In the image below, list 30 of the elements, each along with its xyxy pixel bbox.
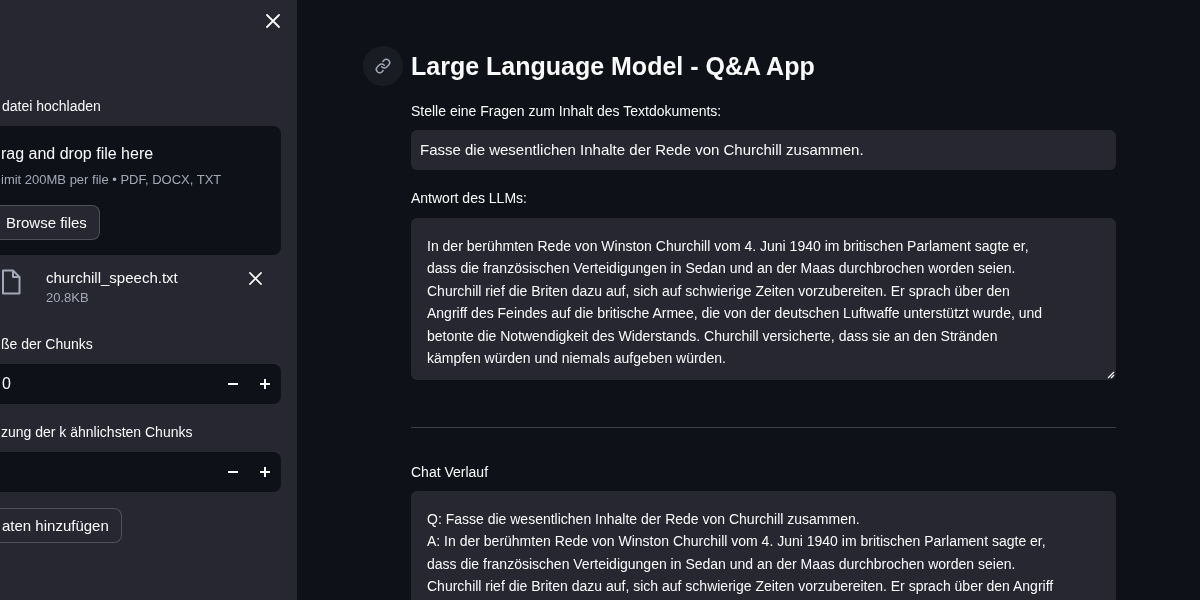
answer-label: Antwort des LLMs: bbox=[411, 189, 527, 208]
browse-files-button[interactable]: Browse files bbox=[0, 205, 100, 240]
add-data-button[interactable]: aten hinzufügen bbox=[0, 508, 122, 543]
increment-button[interactable] bbox=[249, 364, 281, 404]
number-input-label: zung der k ähnlichsten Chunks bbox=[0, 423, 193, 442]
increment-button[interactable] bbox=[249, 452, 281, 492]
uploader-label: datei hochladen bbox=[1, 97, 101, 116]
minus-icon bbox=[228, 383, 238, 385]
page-title: Large Language Model - Q&A App bbox=[411, 51, 815, 82]
dropzone-title: rag and drop file here bbox=[0, 144, 154, 164]
question-label: Stelle eine Fragen zum Inhalt des Textdokuments: bbox=[411, 102, 722, 121]
question-field[interactable]: Fasse die wesentlichen Inhalte der Rede von Churchill zusammen. bbox=[411, 130, 1116, 170]
plus-icon bbox=[260, 467, 270, 477]
number-field[interactable]: 0 bbox=[0, 364, 217, 404]
close-icon[interactable] bbox=[266, 14, 280, 28]
number-input-label: ße der Chunks bbox=[0, 335, 93, 354]
answer-textarea[interactable]: In der berühmten Rede von Winston Churchill vom 4. Juni 1940 im britischen Parlament sagte er, dass die französischen Verteidigungen in Sedan und an der Maas durchbrochen worden seien. Churchill rief die Briten dazu auf, sich auf schwierige Zeiten vorzubereiten. Er sprach über den Angriff des Feindes auf die britische Armee, die von der deutschen Luftwaffe unterstützt wurde, und betonte die Notwendigkeit des Widerstands. Churchill versicherte, dass sie an den Stränden kämpfen würden und niemals aufgeben würden. bbox=[411, 218, 1116, 380]
file-name: churchill_speech.txt bbox=[46, 268, 179, 288]
chat-history-textarea[interactable]: Q: Fasse die wesentlichen Inhalte der Rede von Churchill zusammen. A: In der berühmten Rede von Winston Churchill vom 4. Juni 1940 im britischen Parlament sagte er, dass die französischen Verteidigungen in Sedan und an der Maas durchbrochen worden seien. Churchill rief die Briten dazu auf, sich auf schwierige Zeiten vorzubereiten. Er sprach über den Angriff bbox=[411, 491, 1116, 600]
minus-icon bbox=[228, 471, 238, 473]
resize-handle-icon[interactable] bbox=[1107, 371, 1115, 379]
file-dropzone[interactable]: rag and drop file here imit 200MB per file • PDF, DOCX, TXT Browse files bbox=[0, 126, 281, 255]
file-icon bbox=[1, 269, 21, 295]
number-field[interactable] bbox=[0, 452, 217, 492]
link-icon[interactable] bbox=[363, 46, 403, 86]
close-icon[interactable] bbox=[249, 272, 262, 285]
plus-icon bbox=[260, 379, 270, 389]
chat-label: Chat Verlauf bbox=[411, 463, 489, 482]
file-limit-text: imit 200MB per file • PDF, DOCX, TXT bbox=[0, 171, 222, 189]
file-size: 20.8KB bbox=[46, 289, 90, 307]
